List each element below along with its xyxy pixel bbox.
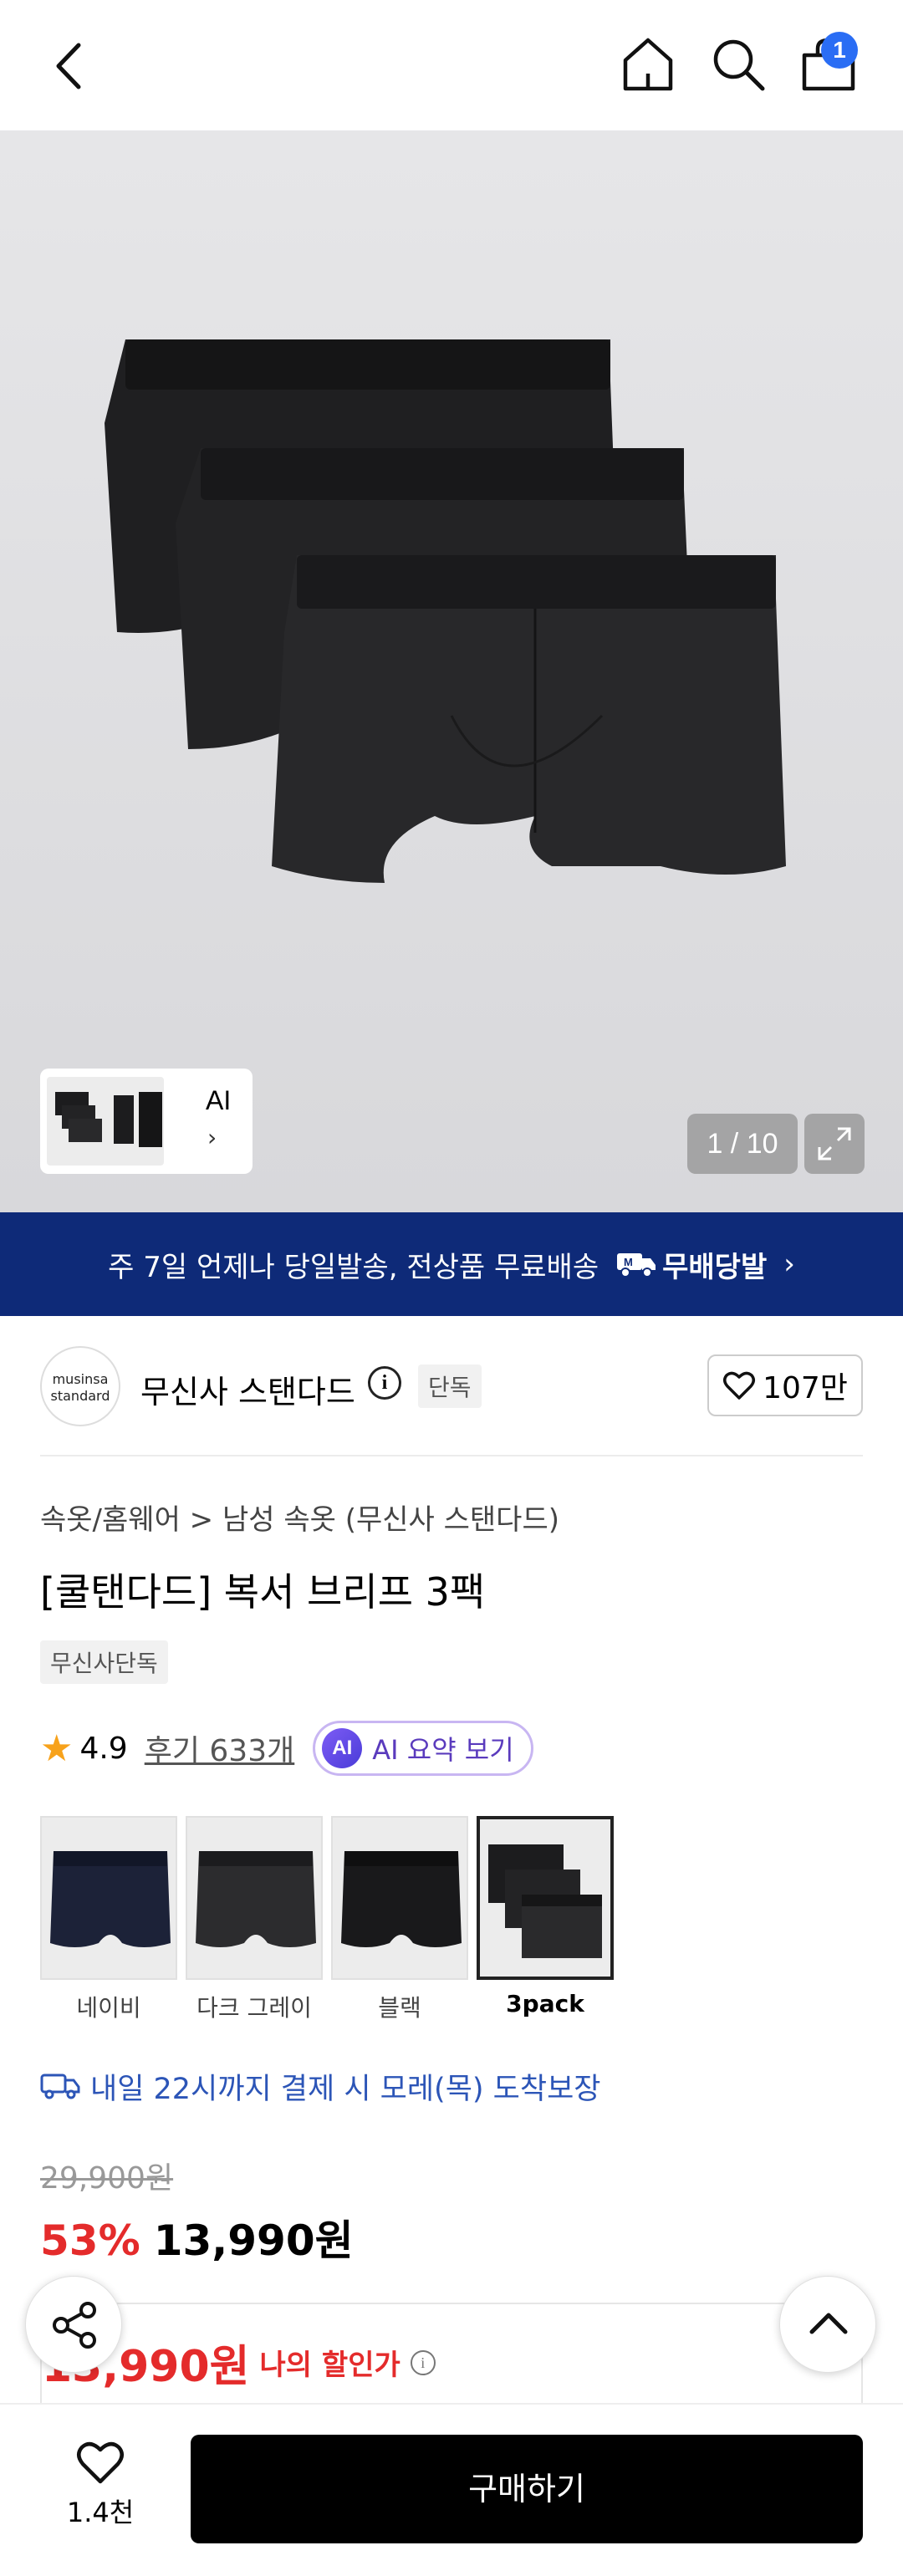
banner-logo: M 무배당발	[615, 1244, 767, 1285]
buy-button[interactable]: 구매하기	[191, 2435, 863, 2543]
swatch-label: 네이비	[76, 1994, 141, 2022]
share-icon	[53, 2302, 96, 2349]
brand-name[interactable]: 무신사 스탠다드	[140, 1366, 355, 1412]
brand-logo-line1: musinsa	[52, 1371, 109, 1387]
brief-front	[272, 555, 786, 883]
ai-fitting-thumbnail[interactable]: AI ›	[40, 1069, 253, 1174]
sale-price: 13,990원	[153, 2216, 354, 2265]
reviews-link[interactable]: 후기 633개	[145, 1727, 295, 1770]
cart-count-badge: 1	[821, 32, 858, 69]
wishlist-count: 1.4천	[66, 2497, 135, 2528]
heart-icon	[723, 1371, 756, 1400]
ai-summary-label: AI 요약 보기	[372, 1734, 514, 1766]
swatch-navy[interactable]: 네이비	[40, 1816, 177, 2023]
swatch-image	[186, 1816, 323, 1980]
banner-logo-text: 무배당발	[662, 1250, 768, 1284]
swatch-label: 3pack	[506, 1990, 584, 2017]
delivery-truck-icon: M	[617, 1253, 656, 1278]
expand-button[interactable]	[804, 1114, 865, 1174]
swatch-image	[40, 1816, 177, 1980]
wishlist-button[interactable]: 1.4천	[42, 2440, 159, 2530]
product-image-gallery[interactable]: AI › 1 / 10	[0, 130, 903, 1212]
swatch-black[interactable]: 블랙	[331, 1816, 468, 2023]
brand-logo[interactable]: musinsa standard	[40, 1346, 120, 1426]
home-icon[interactable]	[617, 33, 679, 95]
swatch-dark-gray[interactable]: 다크 그레이	[186, 1816, 323, 2023]
swatch-image	[331, 1816, 468, 1980]
ai-label: AI	[206, 1085, 232, 1115]
thumbnail-image	[47, 1077, 164, 1166]
product-title: [쿨탠다드] 복서 브리프 3팩	[40, 1569, 486, 1614]
my-discount-label: 나의 할인가	[259, 2349, 400, 2382]
delivery-truck-icon	[40, 2074, 80, 2099]
delivery-text: 내일 22시까지 결제 시 모레(목) 도착보장	[90, 2072, 601, 2106]
product-image	[105, 339, 786, 883]
swatch-label: 블랙	[378, 1994, 421, 2022]
delivery-guarantee: 내일 22시까지 결제 시 모레(목) 도착보장	[40, 2065, 600, 2107]
breadcrumb[interactable]: 속옷/홈웨어 > 남성 속옷 (무신사 스탠다드)	[40, 1497, 559, 1538]
heart-icon	[77, 2441, 124, 2484]
info-icon[interactable]: i	[368, 1366, 401, 1400]
image-counter: 1 / 10	[687, 1114, 798, 1174]
back-arrow-icon[interactable]	[42, 37, 100, 95]
divider	[40, 1455, 863, 1456]
banner-text: 주 7일 언제나 당일발송, 전상품 무료배송	[108, 1250, 599, 1284]
brand-logo-line2: standard	[50, 1388, 110, 1404]
share-button[interactable]	[25, 2276, 122, 2373]
free-shipping-banner[interactable]: 주 7일 언제나 당일발송, 전상품 무료배송 M 무배당발 ›	[0, 1212, 903, 1316]
expand-icon	[818, 1127, 851, 1160]
ai-summary-button[interactable]: AI AI 요약 보기	[313, 1721, 533, 1776]
info-icon[interactable]: i	[410, 2349, 436, 2375]
color-options: 네이비 다크 그레이 블랙 3pack	[40, 1816, 614, 2023]
swatch-label: 다크 그레이	[196, 1994, 312, 2022]
chevron-right-icon: ›	[783, 1247, 795, 1281]
rating-row: ★ 4.9 후기 633개 AI AI 요약 보기	[40, 1719, 533, 1778]
scroll-to-top-button[interactable]	[779, 2276, 876, 2373]
discount-percent: 53%	[40, 2216, 140, 2265]
search-icon[interactable]	[707, 33, 769, 95]
brand-like-button[interactable]: 107만	[707, 1354, 863, 1416]
swatch-3pack[interactable]: 3pack	[477, 1816, 614, 2023]
ai-icon: AI	[322, 1728, 363, 1768]
top-navigation-bar: 1	[0, 0, 903, 130]
sale-price-row: 53% 13,990원	[40, 2207, 354, 2267]
swatch-image	[477, 1816, 614, 1980]
svg-text:M: M	[624, 1256, 633, 1268]
brand-like-count: 107만	[763, 1371, 848, 1405]
star-icon: ★	[40, 1727, 74, 1770]
original-price: 29,900원	[40, 2161, 174, 2196]
chevron-right-icon: ›	[207, 1124, 217, 1151]
brand-row: musinsa standard 무신사 스탠다드 i 단독 107만	[40, 1346, 863, 1426]
bottom-action-bar: 1.4천 구매하기	[0, 2403, 903, 2576]
musinsa-exclusive-badge: 무신사단독	[40, 1640, 168, 1684]
chevron-up-icon	[809, 2313, 848, 2334]
rating-value: 4.9	[79, 1731, 128, 1766]
exclusive-tag: 단독	[418, 1365, 482, 1408]
